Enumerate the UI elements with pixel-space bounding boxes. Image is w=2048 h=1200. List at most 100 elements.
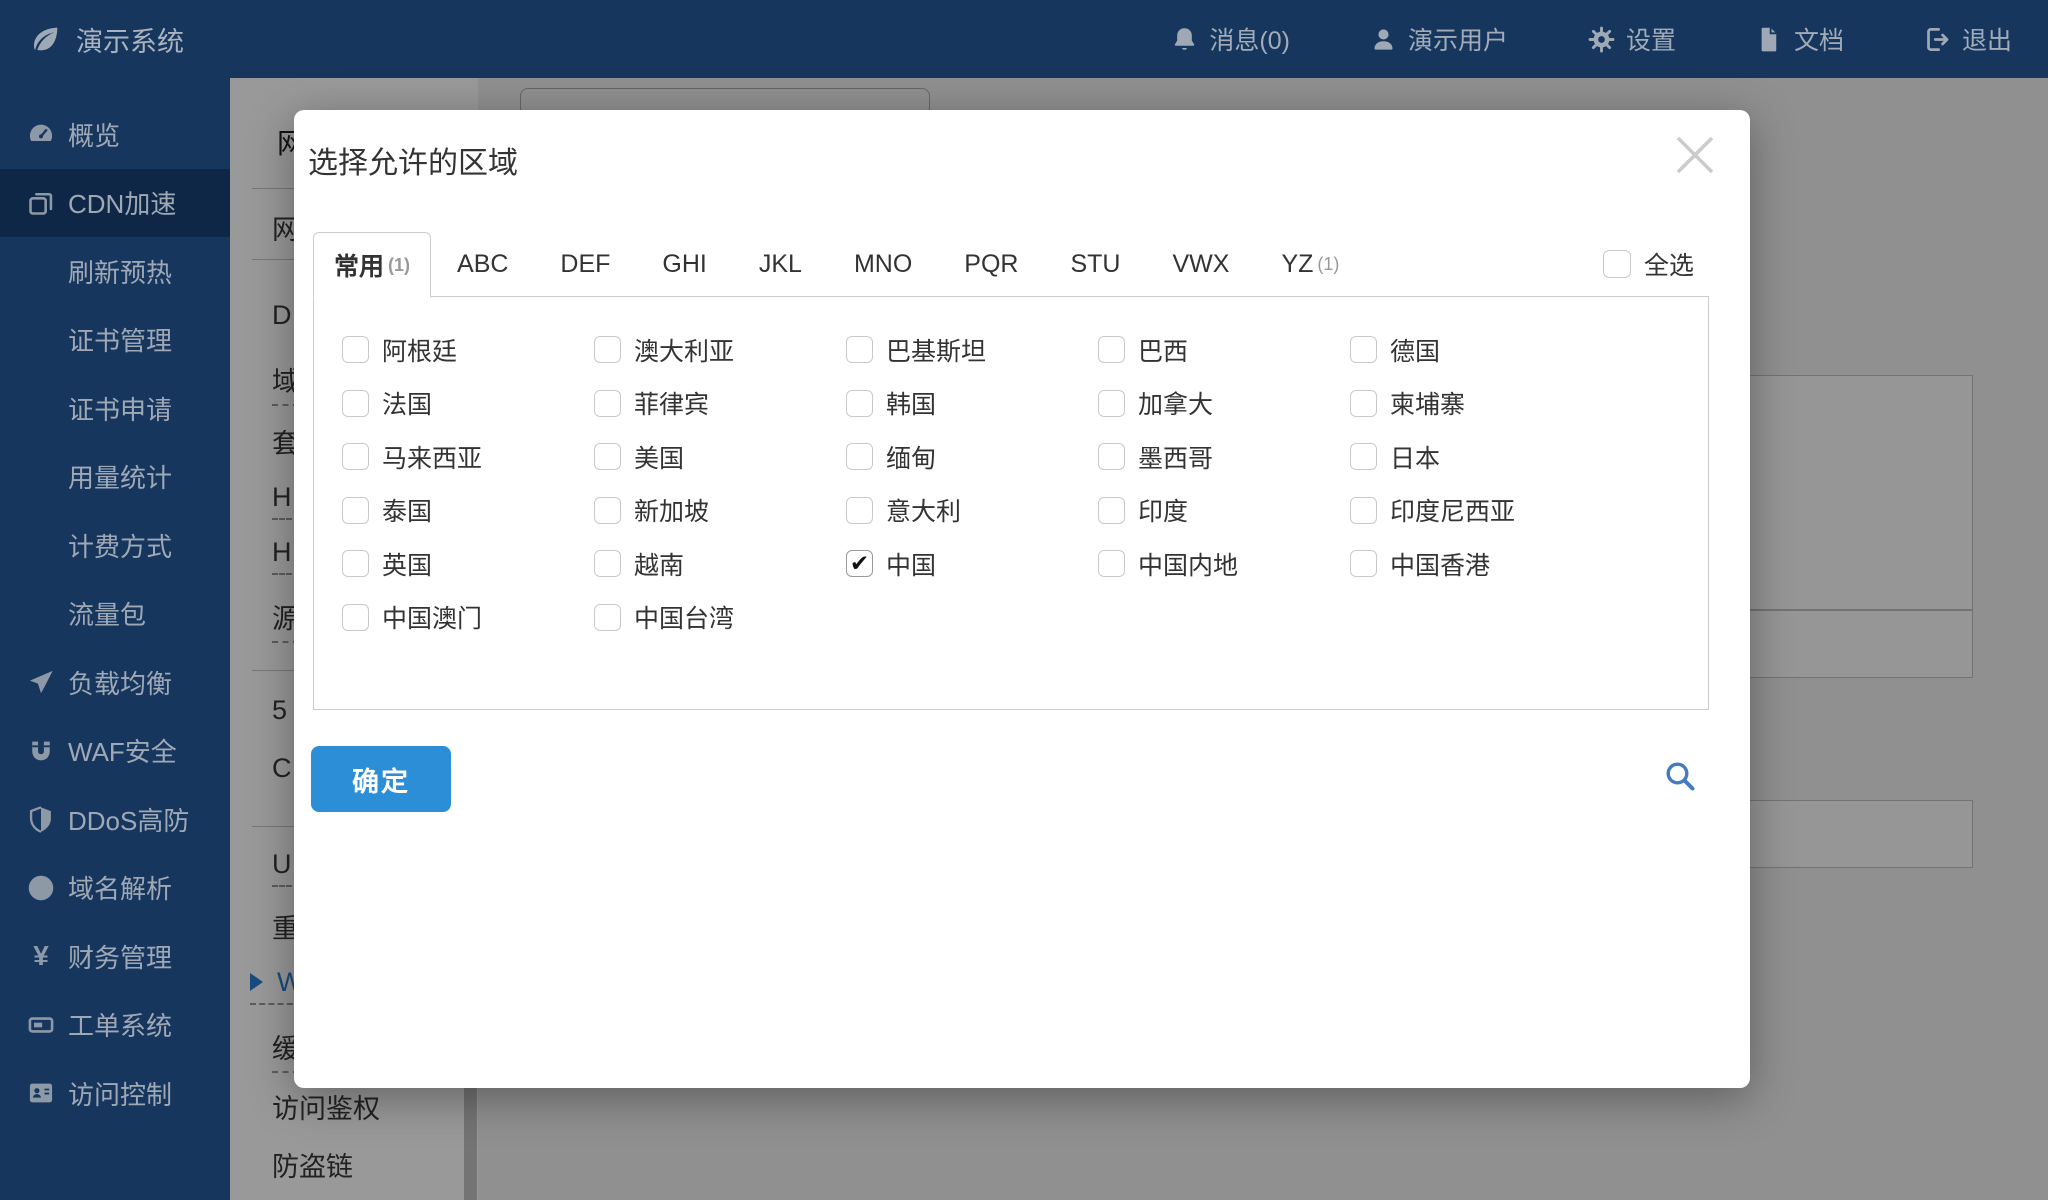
sign-out-icon [1927,27,1949,51]
checkbox: ✔ [1098,550,1125,578]
region-checkbox-brazil[interactable]: ✔巴西 [1098,323,1350,377]
tab-common[interactable]: 常用 (1) [313,232,432,298]
tab-vwx[interactable]: VWX [1146,232,1255,297]
tab-pqr[interactable]: PQR [938,232,1044,297]
sidebar-item-dns[interactable]: 域名解析 [0,854,230,923]
region-checkbox-canada[interactable]: ✔加拿大 [1098,377,1350,431]
checkbox: ✔ [594,550,621,578]
region-select-modal: 选择允许的区域 常用 (1) ABC DEF GHI JKL MNO PQR ST… [294,110,1750,1088]
checkbox: ✔ [1350,389,1377,417]
region-checkbox-mexico[interactable]: ✔墨西哥 [1098,430,1350,484]
sidebar-item-cert-apply[interactable]: 证书申请 [0,374,230,443]
region-checkbox-hongkong[interactable]: ✔中国香港 [1350,537,1602,591]
region-checkbox-vietnam[interactable]: ✔越南 [594,537,846,591]
region-checkbox-indonesia[interactable]: ✔印度尼西亚 [1350,484,1602,538]
checkbox: ✔ [342,443,369,471]
navbar-item-docs[interactable]: 文档 [1756,21,1844,57]
checkbox: ✔ [1350,550,1377,578]
checkbox: ✔ [594,603,621,631]
region-checkbox-malaysia[interactable]: ✔马来西亚 [342,430,594,484]
region-checkbox-uk[interactable]: ✔英国 [342,537,594,591]
tab-jkl[interactable]: JKL [733,232,828,297]
checkbox: ✔ [846,389,873,417]
sidebar-item-billing[interactable]: 计费方式 [0,511,230,580]
region-checkbox-argentina[interactable]: ✔阿根廷 [342,323,594,377]
checkbox: ✔ [594,336,621,364]
region-tab-bar: 常用 (1) ABC DEF GHI JKL MNO PQR STU VWX YZ… [313,232,1365,298]
region-checkbox-cambodia[interactable]: ✔柬埔寨 [1350,377,1602,431]
user-icon [1374,28,1393,50]
close-icon[interactable] [1670,130,1720,180]
region-checkbox-japan[interactable]: ✔日本 [1350,430,1602,484]
sidebar-item-ddos[interactable]: DDoS高防 [0,785,230,854]
navbar-item-label: 设置 [1625,27,1676,55]
checkbox: ✔ [342,336,369,364]
shield-icon [27,805,55,834]
checkbox: ✔ [342,550,369,578]
region-checkbox-australia[interactable]: ✔澳大利亚 [594,323,846,377]
sidebar-item-refresh-preheat[interactable]: 刷新预热 [0,237,230,306]
ticket-icon [27,1011,55,1039]
top-navbar: 演示系统 消息(0) 演示用户 设置 文档 退出 [0,0,2048,78]
region-grid: ✔阿根廷 ✔澳大利亚 ✔巴基斯坦 ✔巴西 ✔德国 ✔法国 ✔菲律宾 ✔韩国 ✔加… [314,297,1708,644]
sidebar-item-traffic-pack[interactable]: 流量包 [0,580,230,649]
navbar-item-label: 文档 [1793,27,1844,55]
id-card-icon [27,1079,55,1107]
region-checkbox-china[interactable]: ✔ 中国 [846,537,1098,591]
region-checkbox-singapore[interactable]: ✔新加坡 [594,484,846,538]
region-checkbox-myanmar[interactable]: ✔缅甸 [846,430,1098,484]
sidebar-item-finance[interactable]: ¥ 财务管理 [0,922,230,991]
navbar-item-settings[interactable]: 设置 [1588,21,1676,57]
tab-yz[interactable]: YZ (1) [1255,232,1365,297]
region-checkbox-thailand[interactable]: ✔泰国 [342,484,594,538]
checkbox: ✔ [342,496,369,524]
checkbox: ✔ [846,336,873,364]
select-all-checkbox[interactable]: 全选 [1602,246,1694,282]
tab-mno[interactable]: MNO [828,232,938,297]
sidebar-item-waf[interactable]: WAF安全 [0,717,230,786]
region-grid-panel: ✔阿根廷 ✔澳大利亚 ✔巴基斯坦 ✔巴西 ✔德国 ✔法国 ✔菲律宾 ✔韩国 ✔加… [313,296,1709,710]
select-all-label: 全选 [1643,252,1694,280]
tab-ghi[interactable]: GHI [636,232,732,297]
region-checkbox-philippines[interactable]: ✔菲律宾 [594,377,846,431]
region-checkbox-taiwan[interactable]: ✔中国台湾 [594,591,846,645]
region-checkbox-india[interactable]: ✔印度 [1098,484,1350,538]
region-checkbox-china-mainland[interactable]: ✔中国内地 [1098,537,1350,591]
tab-abc[interactable]: ABC [431,232,534,297]
brand[interactable]: 演示系统 [30,20,184,59]
region-checkbox-macau[interactable]: ✔中国澳门 [342,591,594,645]
sidebar-item-load-balance[interactable]: 负载均衡 [0,648,230,717]
tab-stu[interactable]: STU [1044,232,1146,297]
search-icon[interactable] [1664,760,1698,794]
sidebar-item-cert-manage[interactable]: 证书管理 [0,306,230,375]
region-checkbox-germany[interactable]: ✔德国 [1350,323,1602,377]
globe-icon [27,874,55,902]
checkbox: ✔ [342,389,369,417]
sidebar-item-tickets[interactable]: 工单系统 [0,991,230,1060]
checkbox: ✔ [846,443,873,471]
navbar-item-messages[interactable]: 消息(0) [1171,21,1290,57]
navbar-item-user[interactable]: 演示用户 [1370,21,1508,57]
sidebar-item-overview[interactable]: 概览 [0,100,230,169]
yen-icon: ¥ [33,940,49,972]
navbar-item-logout[interactable]: 退出 [1924,21,2012,57]
region-checkbox-korea[interactable]: ✔韩国 [846,377,1098,431]
sidebar-item-usage-stats[interactable]: 用量统计 [0,443,230,512]
sidebar-item-access-control[interactable]: 访问控制 [0,1059,230,1128]
region-checkbox-italy[interactable]: ✔意大利 [846,484,1098,538]
checkbox: ✔ [846,550,873,578]
checkbox: ✔ [594,389,621,417]
checkbox: ✔ [846,496,873,524]
bell-icon [1175,27,1195,50]
sidebar-item-cdn[interactable]: CDN加速 [0,168,230,237]
document-icon [1761,27,1777,51]
tab-def[interactable]: DEF [534,232,636,297]
gauge-icon [27,120,55,148]
paper-plane-icon [27,668,55,696]
navbar-item-label: 演示用户 [1407,27,1508,55]
region-checkbox-pakistan[interactable]: ✔巴基斯坦 [846,323,1098,377]
region-checkbox-usa[interactable]: ✔美国 [594,430,846,484]
region-checkbox-france[interactable]: ✔法国 [342,377,594,431]
checkbox: ✔ [1098,443,1125,471]
confirm-button[interactable]: 确定 [311,746,451,812]
